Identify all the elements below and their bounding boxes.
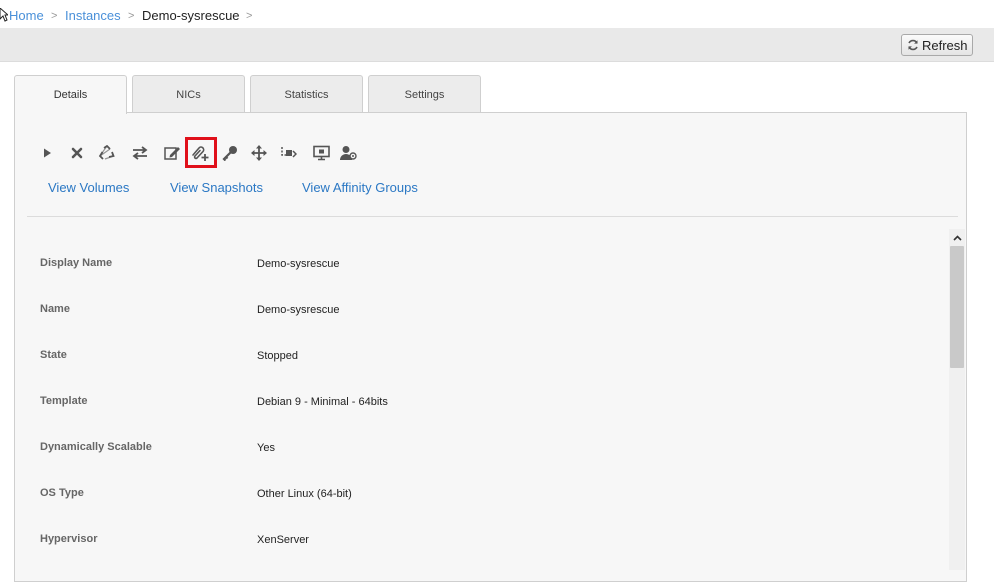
detail-label: Template	[40, 395, 88, 407]
view-snapshots-link[interactable]: View Snapshots	[170, 180, 263, 195]
refresh-icon	[908, 39, 918, 51]
tab-details[interactable]: Details	[14, 75, 127, 114]
recycle-icon[interactable]	[97, 143, 117, 163]
assign-user-icon[interactable]	[338, 143, 358, 163]
breadcrumb-instances[interactable]: Instances	[65, 8, 121, 23]
move-icon[interactable]	[249, 143, 269, 163]
detail-value: Other Linux (64-bit)	[257, 488, 352, 500]
divider	[27, 216, 958, 217]
breadcrumb-separator: >	[246, 10, 253, 22]
migrate-icon[interactable]	[130, 143, 150, 163]
destroy-icon[interactable]	[67, 143, 87, 163]
refresh-button[interactable]: Refresh	[901, 34, 973, 56]
toolbar: Refresh	[0, 28, 994, 62]
details-panel	[14, 112, 967, 582]
breadcrumb-separator: >	[51, 10, 58, 22]
scrollbar-thumb[interactable]	[950, 246, 964, 368]
detail-label: OS Type	[40, 487, 84, 499]
start-icon[interactable]	[37, 143, 57, 163]
edit-icon[interactable]	[162, 143, 182, 163]
refresh-label: Refresh	[922, 37, 968, 53]
detail-label: Display Name	[40, 257, 113, 269]
detail-label: Hypervisor	[40, 533, 98, 545]
breadcrumb: Home > Instances > Demo-sysrescue >	[0, 0, 994, 28]
tab-nics[interactable]: NICs	[132, 75, 245, 113]
detail-value: XenServer	[257, 534, 309, 546]
view-affinity-groups-link[interactable]: View Affinity Groups	[302, 180, 418, 195]
breadcrumb-home[interactable]: Home	[9, 8, 44, 23]
view-volumes-link[interactable]: View Volumes	[48, 180, 129, 195]
tab-statistics[interactable]: Statistics	[250, 75, 363, 113]
tab-settings[interactable]: Settings	[368, 75, 481, 113]
scale-icon[interactable]	[279, 143, 299, 163]
console-icon[interactable]	[311, 143, 331, 163]
detail-value: Yes	[257, 442, 275, 454]
detail-label: Name	[40, 303, 70, 315]
detail-label: State	[40, 349, 67, 361]
detail-value: Demo-sysrescue	[257, 304, 340, 316]
detail-value: Debian 9 - Minimal - 64bits	[257, 396, 388, 408]
mouse-cursor-icon	[0, 8, 8, 22]
breadcrumb-current: Demo-sysrescue	[142, 8, 240, 23]
reset-ssh-key-icon[interactable]	[220, 143, 240, 163]
attach-iso-icon[interactable]	[190, 143, 210, 163]
detail-value: Stopped	[257, 350, 298, 362]
detail-value: Demo-sysrescue	[257, 258, 340, 270]
scroll-up-icon[interactable]	[949, 229, 965, 246]
breadcrumb-separator: >	[128, 10, 135, 22]
detail-label: Dynamically Scalable	[40, 441, 152, 453]
